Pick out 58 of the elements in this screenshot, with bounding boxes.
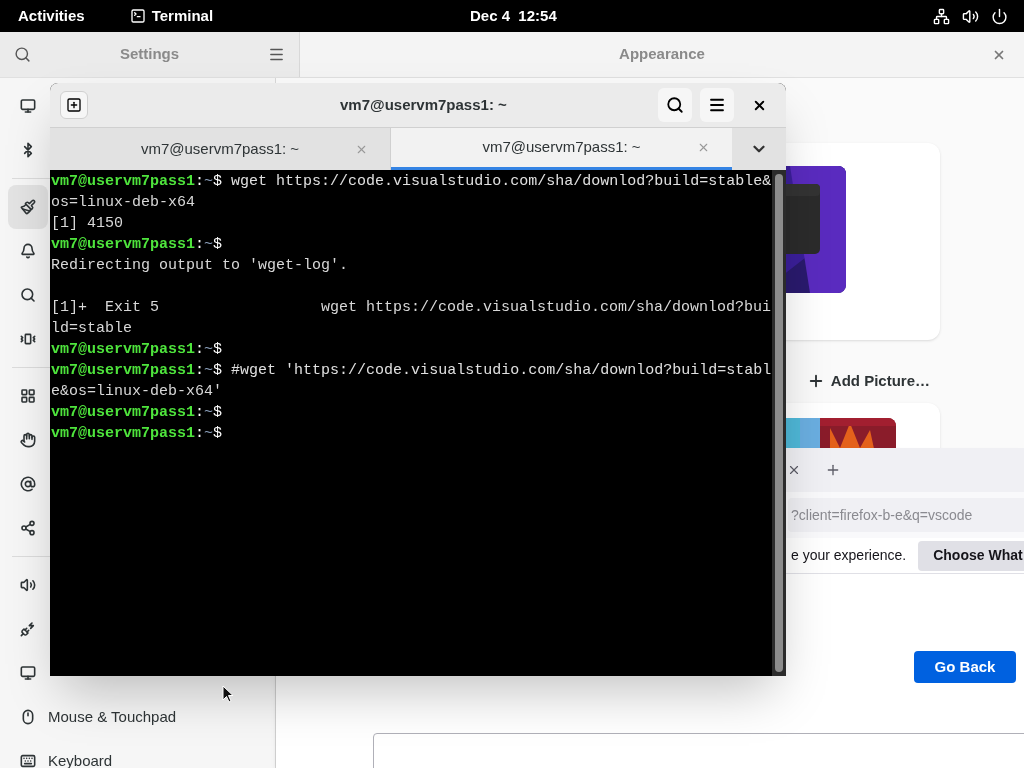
search-button[interactable] bbox=[658, 88, 692, 122]
terminal-line: [1]+ Exit 5 wget https://code.visualstudio.com/sha/downlod?bui bbox=[51, 298, 772, 318]
share-icon bbox=[20, 520, 36, 536]
terminal-line: vm7@uservm7pass1:~$ #wget 'https://code.visualstudio.com/sha/downlod?build=stabl bbox=[51, 361, 772, 381]
menu-icon bbox=[708, 96, 726, 114]
go-back-button[interactable]: Go Back bbox=[914, 651, 1016, 683]
sidebar-title: Settings bbox=[119, 44, 180, 65]
terminal-tab[interactable]: vm7@uservm7pass1: ~ bbox=[391, 128, 732, 170]
new-tab-button[interactable] bbox=[60, 91, 88, 119]
sidebar-item[interactable]: Mouse & Touchpad bbox=[8, 695, 267, 739]
volume-icon[interactable] bbox=[962, 7, 979, 25]
add-picture-button[interactable]: Add Picture… bbox=[806, 364, 930, 398]
clock[interactable]: Dec 4 12:54 bbox=[470, 4, 557, 28]
vibrating-phone-icon bbox=[20, 331, 36, 347]
mouse-icon bbox=[20, 709, 36, 725]
menu-icon[interactable] bbox=[268, 46, 285, 63]
search-icon bbox=[20, 287, 36, 303]
terminal-icon bbox=[129, 8, 146, 24]
notification-text: e your experience. bbox=[791, 546, 907, 565]
close-tab-icon[interactable] bbox=[787, 463, 801, 477]
sidebar-item[interactable] bbox=[8, 185, 48, 229]
grid-icon bbox=[20, 388, 36, 404]
terminal-line: vm7@uservm7pass1:~$ bbox=[51, 340, 223, 360]
plus-icon bbox=[66, 97, 82, 113]
brush-icon bbox=[20, 199, 36, 215]
monitor-icon bbox=[20, 98, 36, 114]
mouse-pointer-icon bbox=[222, 685, 234, 703]
app-menu[interactable]: Terminal bbox=[151, 4, 214, 28]
at-sign-icon bbox=[20, 476, 36, 492]
monitor-icon bbox=[20, 665, 36, 681]
input-field[interactable] bbox=[373, 733, 1024, 768]
activities-button[interactable]: Activities bbox=[18, 4, 85, 28]
speaker-icon bbox=[20, 577, 36, 593]
terminal-line: e&os=linux-deb-x64' bbox=[51, 382, 223, 402]
sidebar-item[interactable]: Keyboard bbox=[8, 739, 267, 768]
keyboard-icon bbox=[20, 753, 36, 768]
page-title: Appearance bbox=[619, 44, 705, 65]
scrollbar[interactable] bbox=[772, 170, 786, 676]
terminal-line: vm7@uservm7pass1:~$ bbox=[51, 235, 223, 255]
terminal-line: os=linux-deb-x64 bbox=[51, 193, 196, 213]
choose-what-button[interactable]: Choose What bbox=[918, 540, 1024, 571]
terminal-line: vm7@uservm7pass1:~$ wget https://code.visualstudio.com/sha/downlod?build=stable& bbox=[51, 172, 772, 192]
bell-icon bbox=[20, 243, 36, 259]
search-icon bbox=[666, 96, 684, 114]
terminal-line: vm7@uservm7pass1:~$ bbox=[51, 403, 223, 423]
network-icon[interactable] bbox=[933, 7, 950, 25]
hand-icon bbox=[20, 432, 36, 448]
close-tab-icon[interactable] bbox=[697, 141, 710, 154]
terminal-line: [1] 4150 bbox=[51, 214, 123, 234]
window-title: vm7@uservm7pass1: ~ bbox=[340, 94, 507, 115]
terminal-line: Redirecting output to 'wget-log'. bbox=[51, 256, 349, 276]
terminal-line: vm7@uservm7pass1:~$ bbox=[51, 424, 223, 444]
new-tab-icon[interactable] bbox=[825, 462, 841, 478]
menu-button[interactable] bbox=[700, 88, 734, 122]
power-icon[interactable] bbox=[991, 7, 1008, 25]
terminal-line: ld=stable bbox=[51, 319, 132, 339]
plug-icon bbox=[20, 621, 36, 637]
search-icon[interactable] bbox=[14, 46, 31, 63]
